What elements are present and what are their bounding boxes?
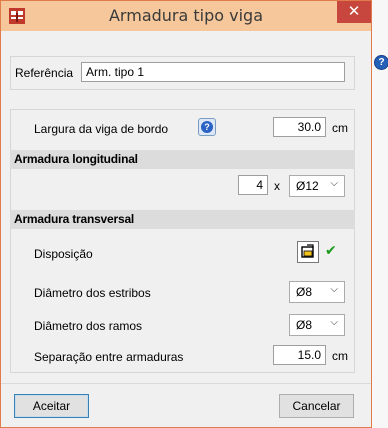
help-icon[interactable]: ?: [374, 55, 388, 70]
legs-diameter-select[interactable]: Ø8 ⌵: [289, 314, 345, 336]
edge-beam-unit: cm: [332, 121, 348, 135]
stirrup-diameter-select[interactable]: Ø8 ⌵: [289, 281, 345, 303]
stirrup-diameter-value: Ø8: [296, 285, 313, 299]
spacing-unit: cm: [332, 349, 348, 363]
help-glyph: ?: [201, 121, 213, 133]
layout-label: Disposição: [34, 247, 93, 261]
spacing-label: Separação entre armaduras: [34, 350, 184, 364]
bar-count-input[interactable]: 4: [238, 175, 268, 195]
reference-input[interactable]: Arm. tipo 1: [81, 62, 345, 82]
times-label: x: [274, 179, 280, 193]
edge-beam-width-input[interactable]: 30.0: [273, 117, 326, 137]
chevron-down-icon: ⌵: [330, 317, 338, 328]
transverse-section-title: Armadura transversal: [10, 210, 355, 229]
window-title: Armadura tipo viga: [108, 6, 264, 25]
accept-button[interactable]: Aceitar: [14, 394, 89, 418]
footer-divider: [1, 383, 371, 384]
layout-icon: [301, 244, 314, 258]
stirrup-diameter-label: Diâmetro dos estribos: [34, 286, 151, 300]
longitudinal-diameter-select[interactable]: Ø12 ⌵: [289, 175, 345, 197]
close-icon[interactable]: ✕: [337, 1, 371, 23]
help-icon[interactable]: ?: [198, 118, 216, 136]
edge-beam-label: Largura da viga de bordo: [34, 122, 169, 136]
longitudinal-diameter-value: Ø12: [296, 179, 319, 193]
legs-diameter-label: Diâmetro dos ramos: [34, 319, 143, 333]
longitudinal-section-title: Armadura longitudinal: [10, 150, 355, 169]
legs-diameter-value: Ø8: [296, 318, 313, 332]
layout-button[interactable]: [297, 241, 319, 263]
reference-label: Referência: [15, 66, 74, 80]
reference-group: Referência Arm. tipo 1: [10, 56, 355, 90]
check-icon: ✔: [325, 243, 337, 259]
dialog-window: Armadura tipo viga ✕ Referência Arm. tip…: [0, 0, 372, 428]
title-bar[interactable]: Armadura tipo viga ✕: [1, 1, 371, 31]
chevron-down-icon: ⌵: [330, 178, 338, 189]
spacing-input[interactable]: 15.0: [273, 345, 326, 365]
cancel-button[interactable]: Cancelar: [279, 394, 354, 418]
chevron-down-icon: ⌵: [330, 284, 338, 295]
